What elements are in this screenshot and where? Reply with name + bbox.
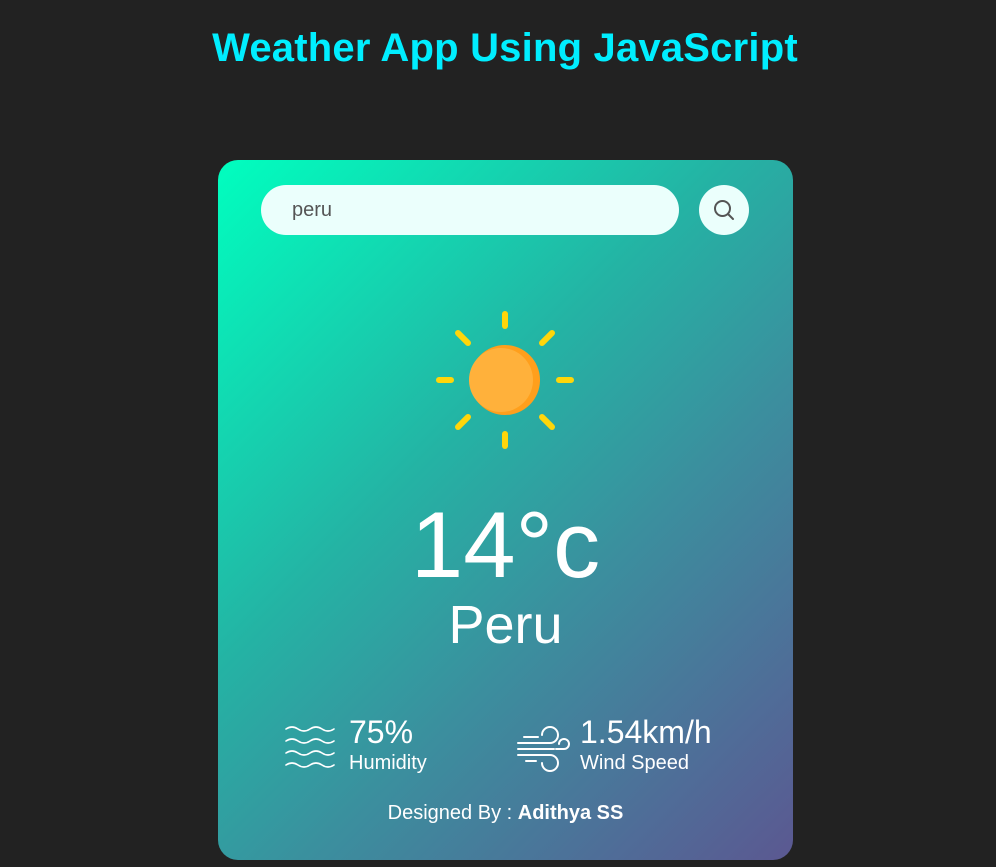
wind-icon	[517, 726, 570, 772]
temperature: 14°c	[410, 492, 601, 597]
page: Weather App Using JavaScript peru 14°c P…	[0, 0, 996, 867]
sun-icon	[436, 311, 574, 449]
credit-author: Adithya SS	[517, 802, 624, 824]
search-bar	[261, 185, 749, 235]
wind-value: 1.54km/h	[580, 714, 712, 750]
humidity-label: Humidity	[349, 752, 427, 774]
humidity-waves-icon	[285, 726, 335, 768]
city-name: Peru	[448, 595, 563, 655]
weather-card: 14°c Peru 75% Humidity	[218, 160, 793, 860]
wind-label: Wind Speed	[580, 752, 689, 774]
humidity-value: 75%	[349, 714, 414, 750]
search-icon	[714, 200, 734, 220]
search-input[interactable]	[261, 185, 679, 235]
page-title: Weather App Using JavaScript	[212, 26, 798, 70]
credit-prefix: Designed By :	[387, 802, 518, 824]
designer-credit: Designed By : Adithya SS	[218, 802, 793, 825]
search-button[interactable]	[699, 185, 749, 235]
